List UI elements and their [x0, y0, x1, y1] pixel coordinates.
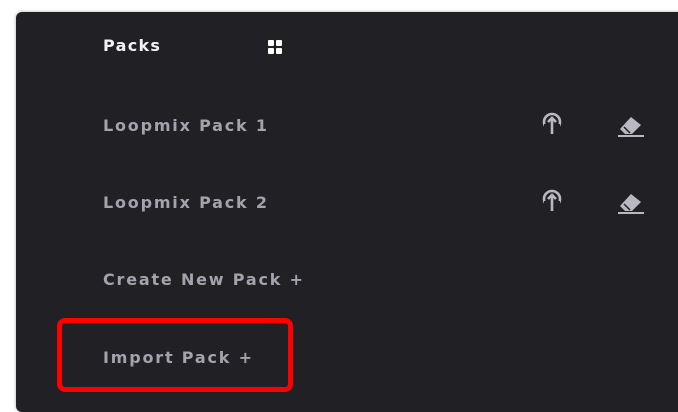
upload-icon[interactable] — [538, 110, 566, 138]
grid-view-icon[interactable] — [268, 40, 282, 54]
pack-item-loopmix-pack-2[interactable]: Loopmix Pack 2 — [103, 193, 269, 212]
create-new-pack-button[interactable]: Create New Pack + — [103, 270, 305, 289]
pack-item-loopmix-pack-1[interactable]: Loopmix Pack 1 — [103, 116, 269, 135]
eraser-icon[interactable] — [616, 187, 644, 215]
packs-header-title: Packs — [103, 36, 162, 55]
upload-icon[interactable] — [538, 187, 566, 215]
import-pack-button[interactable]: Import Pack + — [103, 348, 254, 367]
eraser-icon[interactable] — [616, 110, 644, 138]
